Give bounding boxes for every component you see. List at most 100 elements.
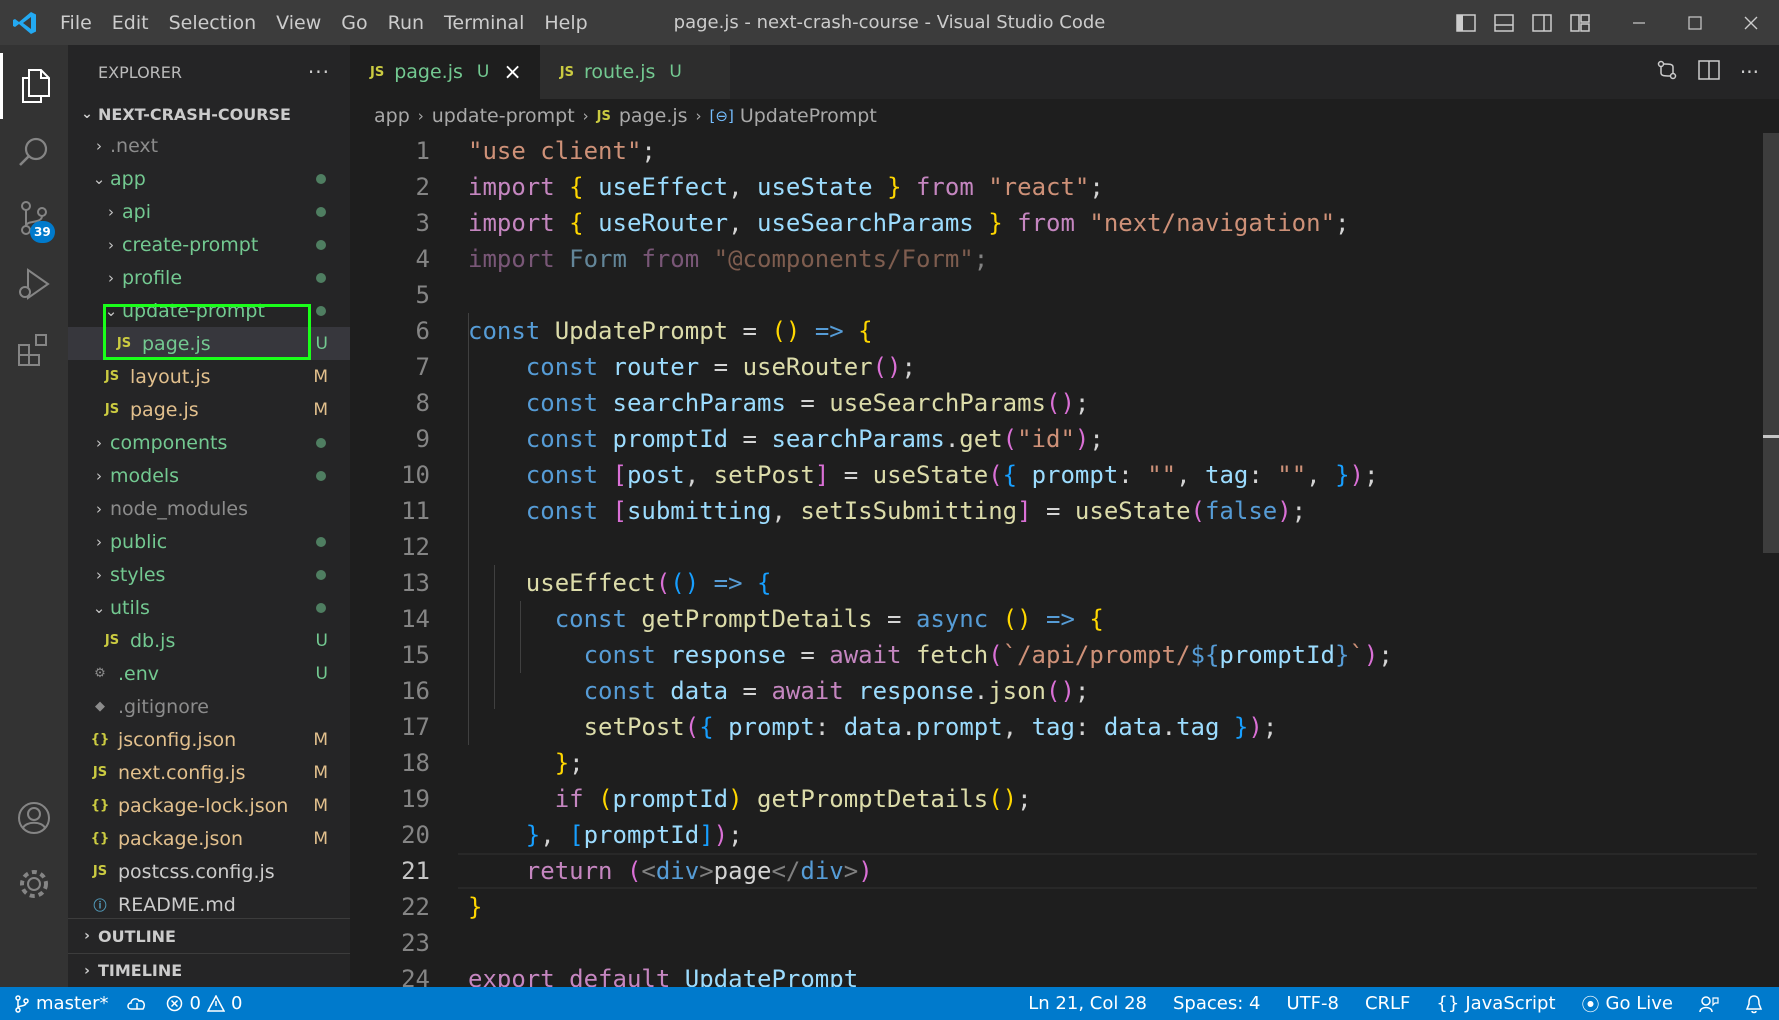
code-line[interactable]: 23 xyxy=(350,925,1779,961)
tree-folder[interactable]: › .next xyxy=(68,129,350,162)
breadcrumb-file[interactable]: page.js xyxy=(619,105,688,127)
js-file-icon: JS xyxy=(104,402,120,417)
branch-status[interactable]: master* xyxy=(14,993,108,1014)
tree-file[interactable]: JS layout.js M xyxy=(68,360,350,393)
search-icon[interactable] xyxy=(0,119,68,185)
code-line[interactable]: 13 useEffect(() => { xyxy=(350,565,1779,601)
run-debug-icon[interactable] xyxy=(0,251,68,317)
code-line[interactable]: 22} xyxy=(350,889,1779,925)
breadcrumb-app[interactable]: app xyxy=(374,105,410,127)
manage-gear-icon[interactable] xyxy=(0,851,68,917)
tree-file[interactable]: {} package.json M xyxy=(68,822,350,855)
menu-help[interactable]: Help xyxy=(534,12,597,34)
language-mode[interactable]: {} JavaScript xyxy=(1436,993,1555,1014)
code-line[interactable]: 8 const searchParams = useSearchParams()… xyxy=(350,385,1779,421)
code-line[interactable]: 14 const getPromptDetails = async () => … xyxy=(350,601,1779,637)
code-line[interactable]: 17 setPost({ prompt: data.prompt, tag: d… xyxy=(350,709,1779,745)
code-line[interactable]: 12 xyxy=(350,529,1779,565)
code-line[interactable]: 5 xyxy=(350,277,1779,313)
scrollbar-thumb[interactable] xyxy=(1763,133,1779,553)
breadcrumb-folder[interactable]: update-prompt xyxy=(432,105,575,127)
tree-file[interactable]: JS page.js M xyxy=(68,393,350,426)
tree-file[interactable]: {} jsconfig.json M xyxy=(68,723,350,756)
code-line[interactable]: 9 const promptId = searchParams.get("id"… xyxy=(350,421,1779,457)
sync-icon[interactable] xyxy=(126,996,148,1012)
tree-folder[interactable]: › create-prompt xyxy=(68,228,350,261)
timeline-section[interactable]: › TIMELINE xyxy=(68,953,350,987)
encoding[interactable]: UTF-8 xyxy=(1286,993,1338,1014)
code-line[interactable]: 15 const response = await fetch(`/api/pr… xyxy=(350,637,1779,673)
tree-folder[interactable]: › api xyxy=(68,195,350,228)
tree-folder[interactable]: ⌄ utils xyxy=(68,591,350,624)
account-icon[interactable] xyxy=(0,785,68,851)
code-line[interactable]: 20 }, [promptId]); xyxy=(350,817,1779,853)
code-line[interactable]: 24 export default UpdatePrompt xyxy=(350,961,1779,987)
split-editor-icon[interactable] xyxy=(1698,59,1720,85)
tree-file[interactable]: ⚙ .env U xyxy=(68,657,350,690)
tree-file[interactable]: JS page.js U xyxy=(68,327,350,360)
toggle-primary-sidebar-icon[interactable] xyxy=(1447,0,1485,45)
tree-folder[interactable]: ⌄ update-prompt xyxy=(68,294,350,327)
menu-edit[interactable]: Edit xyxy=(102,12,159,34)
code-line[interactable]: 7 const router = useRouter(); xyxy=(350,349,1779,385)
tree-file[interactable]: JS next.config.js M xyxy=(68,756,350,789)
code-line[interactable]: 16 const data = await response.json(); xyxy=(350,673,1779,709)
menu-file[interactable]: File xyxy=(50,12,102,34)
code-line-current[interactable]: 21 return (<div>page</div>) xyxy=(350,853,1779,889)
close-window-icon[interactable] xyxy=(1723,0,1779,45)
tree-file[interactable]: ◆ .gitignore xyxy=(68,690,350,723)
code-line[interactable]: 1 "use client"; xyxy=(350,133,1779,169)
line-ending[interactable]: CRLF xyxy=(1365,993,1410,1014)
cursor-position[interactable]: Ln 21, Col 28 xyxy=(1028,993,1147,1014)
code-line[interactable]: 3 import { useRouter, useSearchParams } f… xyxy=(350,205,1779,241)
tree-folder[interactable]: › styles xyxy=(68,558,350,591)
notifications-bell-icon[interactable] xyxy=(1745,994,1763,1014)
code-line[interactable]: 4 import Form from "@components/Form"; xyxy=(350,241,1779,277)
menu-selection[interactable]: Selection xyxy=(159,12,267,34)
tree-folder[interactable]: › profile xyxy=(68,261,350,294)
tab-route-js[interactable]: JS route.js U xyxy=(539,45,730,99)
tree-folder[interactable]: ⌄ app xyxy=(68,162,350,195)
tree-file[interactable]: JS postcss.config.js xyxy=(68,855,350,888)
feedback-icon[interactable] xyxy=(1699,995,1719,1013)
customize-layout-icon[interactable] xyxy=(1561,0,1599,45)
outline-section[interactable]: › OUTLINE xyxy=(68,919,350,953)
tree-file[interactable]: JS db.js U xyxy=(68,624,350,657)
indentation[interactable]: Spaces: 4 xyxy=(1173,993,1260,1014)
open-changes-icon[interactable] xyxy=(1656,59,1678,86)
code-line[interactable]: 10 const [post, setPost] = useState({ pr… xyxy=(350,457,1779,493)
js-file-icon: JS xyxy=(92,864,108,879)
tab-page-js[interactable]: JS page.js U × xyxy=(350,45,540,99)
tree-folder[interactable]: › node_modules xyxy=(68,492,350,525)
code-editor[interactable]: 1 "use client"; 2 import { useEffect, useS… xyxy=(350,133,1779,987)
menu-go[interactable]: Go xyxy=(331,12,377,34)
tree-folder[interactable]: › components xyxy=(68,426,350,459)
tree-folder[interactable]: › models xyxy=(68,459,350,492)
breadcrumb-symbol[interactable]: UpdatePrompt xyxy=(740,105,877,127)
code-line[interactable]: 18 }; xyxy=(350,745,1779,781)
code-line[interactable]: 19 if (promptId) getPromptDetails(); xyxy=(350,781,1779,817)
tree-folder[interactable]: › public xyxy=(68,525,350,558)
more-editor-actions-icon[interactable]: ··· xyxy=(1740,60,1759,84)
code-line[interactable]: 6 const UpdatePrompt = () => { xyxy=(350,313,1779,349)
extensions-icon[interactable] xyxy=(0,317,68,383)
tree-file[interactable]: ⓘ README.md xyxy=(68,888,350,921)
menu-terminal[interactable]: Terminal xyxy=(434,12,534,34)
project-root[interactable]: ⌄ NEXT-CRASH-COURSE xyxy=(68,99,350,129)
problems-status[interactable]: 0 0 xyxy=(166,993,242,1014)
toggle-secondary-sidebar-icon[interactable] xyxy=(1523,0,1561,45)
toggle-panel-icon[interactable] xyxy=(1485,0,1523,45)
maximize-icon[interactable] xyxy=(1667,0,1723,45)
menu-view[interactable]: View xyxy=(266,12,331,34)
code-line[interactable]: 2 import { useEffect, useState } from "re… xyxy=(350,169,1779,205)
explorer-icon[interactable] xyxy=(0,53,68,119)
close-tab-icon[interactable]: × xyxy=(503,60,521,85)
source-control-icon[interactable]: 39 xyxy=(0,185,68,251)
more-actions-icon[interactable]: ··· xyxy=(308,60,330,84)
menu-run[interactable]: Run xyxy=(378,12,434,34)
minimize-icon[interactable] xyxy=(1611,0,1667,45)
tree-file[interactable]: {} package-lock.json M xyxy=(68,789,350,822)
code-line[interactable]: 11 const [submitting, setIsSubmitting] =… xyxy=(350,493,1779,529)
editor-scrollbar[interactable] xyxy=(1763,133,1779,987)
go-live-button[interactable]: ⦿ Go Live xyxy=(1582,991,1673,1017)
